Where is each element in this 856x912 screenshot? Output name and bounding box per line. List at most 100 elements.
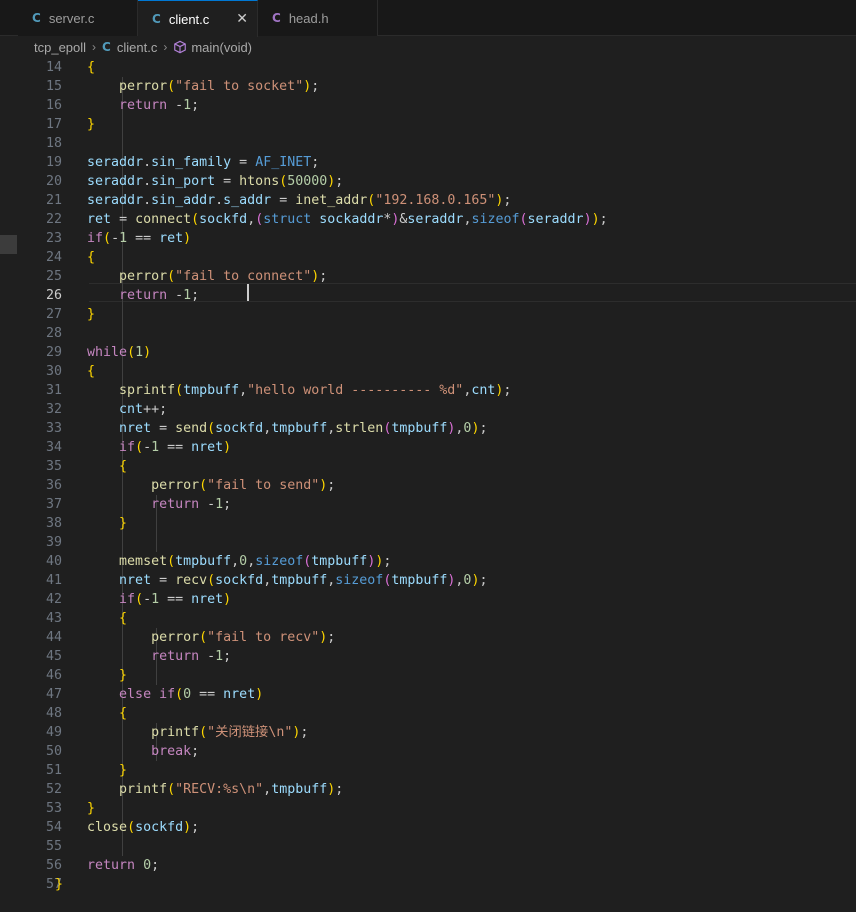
code-line[interactable]: 41 nret = recv(sockfd,tmpbuff,sizeof(tmp… xyxy=(0,571,856,590)
code-text[interactable]: } xyxy=(55,305,95,324)
code-text[interactable]: if(-1 == nret) xyxy=(55,438,231,457)
code-line[interactable]: 27 } xyxy=(0,305,856,324)
code-line[interactable]: 51 } xyxy=(0,761,856,780)
code-text[interactable]: { xyxy=(55,457,127,476)
tab-server-c[interactable]: C server.c xyxy=(18,0,138,36)
code-line[interactable]: 28 xyxy=(0,324,856,343)
code-line[interactable]: 14 { xyxy=(0,58,856,77)
code-line[interactable]: 49 printf("关闭链接\n"); xyxy=(0,723,856,742)
line-number: 46 xyxy=(45,668,62,683)
code-line[interactable]: 57} xyxy=(0,875,856,894)
code-text[interactable]: if(-1 == nret) xyxy=(55,590,231,609)
c-file-icon: C xyxy=(32,11,41,25)
code-line[interactable]: 26 return -1; xyxy=(0,286,856,305)
code-text[interactable]: seraddr.sin_port = htons(50000); xyxy=(55,172,343,191)
code-line[interactable]: 52 printf("RECV:%s\n",tmpbuff); xyxy=(0,780,856,799)
code-line[interactable]: 21 seraddr.sin_addr.s_addr = inet_addr("… xyxy=(0,191,856,210)
code-text[interactable]: { xyxy=(55,58,95,77)
code-line[interactable]: 53 } xyxy=(0,799,856,818)
code-text[interactable]: } xyxy=(55,514,127,533)
code-text[interactable]: perror("fail to send"); xyxy=(55,476,335,495)
code-text[interactable]: } xyxy=(55,115,95,134)
code-line[interactable]: 35 { xyxy=(0,457,856,476)
line-number: 23 xyxy=(45,231,62,246)
code-text[interactable]: { xyxy=(55,362,95,381)
code-text[interactable]: return -1; xyxy=(55,286,207,305)
close-icon[interactable]: ✕ xyxy=(236,11,248,27)
code-line[interactable]: 15 perror("fail to socket"); xyxy=(0,77,856,96)
code-line[interactable]: 31 sprintf(tmpbuff,"hello world --------… xyxy=(0,381,856,400)
code-line[interactable]: 17 } xyxy=(0,115,856,134)
code-line[interactable]: 39 xyxy=(0,533,856,552)
code-text[interactable]: perror("fail to socket"); xyxy=(55,77,319,96)
code-line[interactable]: 38 } xyxy=(0,514,856,533)
code-text[interactable]: return -1; xyxy=(55,495,231,514)
code-text[interactable]: if(-1 == ret) xyxy=(55,229,191,248)
code-line[interactable]: 44 perror("fail to recv"); xyxy=(0,628,856,647)
code-text[interactable]: else if(0 == nret) xyxy=(55,685,263,704)
code-text[interactable]: { xyxy=(55,609,127,628)
code-line[interactable]: 50 break; xyxy=(0,742,856,761)
code-text[interactable]: printf("关闭链接\n"); xyxy=(55,723,308,742)
code-text[interactable]: { xyxy=(55,248,95,267)
code-text[interactable]: } xyxy=(55,799,95,818)
tab-head-h[interactable]: C head.h xyxy=(258,0,378,36)
code-text[interactable]: sprintf(tmpbuff,"hello world ---------- … xyxy=(55,381,511,400)
code-text[interactable]: return -1; xyxy=(55,647,231,666)
code-line[interactable]: 23 if(-1 == ret) xyxy=(0,229,856,248)
code-line[interactable]: 20 seraddr.sin_port = htons(50000); xyxy=(0,172,856,191)
tab-client-c[interactable]: C client.c ✕ xyxy=(138,0,258,37)
code-text[interactable]: return -1; xyxy=(55,96,199,115)
code-text[interactable]: { xyxy=(55,704,127,723)
code-text[interactable]: seraddr.sin_family = AF_INET; xyxy=(55,153,319,172)
code-text[interactable]: } xyxy=(55,875,63,894)
code-line[interactable]: 25 perror("fail to connect"); xyxy=(0,267,856,286)
code-text[interactable]: } xyxy=(55,666,127,685)
code-text[interactable]: memset(tmpbuff,0,sizeof(tmpbuff)); xyxy=(55,552,391,571)
code-line[interactable]: 32 cnt++; xyxy=(0,400,856,419)
code-text[interactable]: } xyxy=(55,761,127,780)
code-line[interactable]: 16 return -1; xyxy=(0,96,856,115)
code-line[interactable]: 45 return -1; xyxy=(0,647,856,666)
code-text[interactable]: perror("fail to connect"); xyxy=(55,267,327,286)
code-line[interactable]: 48 { xyxy=(0,704,856,723)
code-text[interactable]: nret = recv(sockfd,tmpbuff,sizeof(tmpbuf… xyxy=(55,571,487,590)
code-text[interactable]: seraddr.sin_addr.s_addr = inet_addr("192… xyxy=(55,191,511,210)
code-line[interactable]: 29 while(1) xyxy=(0,343,856,362)
breadcrumb-file[interactable]: client.c xyxy=(117,40,157,55)
code-text[interactable]: return 0; xyxy=(55,856,159,875)
code-text[interactable]: close(sockfd); xyxy=(55,818,199,837)
code-text[interactable]: while(1) xyxy=(55,343,151,362)
code-line[interactable]: 56 return 0; xyxy=(0,856,856,875)
code-text[interactable]: nret = send(sockfd,tmpbuff,strlen(tmpbuf… xyxy=(55,419,487,438)
code-line[interactable]: 22 ret = connect(sockfd,(struct sockaddr… xyxy=(0,210,856,229)
line-number: 53 xyxy=(45,801,62,816)
code-line[interactable]: 37 return -1; xyxy=(0,495,856,514)
code-text[interactable]: break; xyxy=(55,742,199,761)
code-line[interactable]: 19 seraddr.sin_family = AF_INET; xyxy=(0,153,856,172)
code-line[interactable]: 42 if(-1 == nret) xyxy=(0,590,856,609)
code-line[interactable]: 43 { xyxy=(0,609,856,628)
code-line[interactable]: 34 if(-1 == nret) xyxy=(0,438,856,457)
code-line[interactable]: 55 xyxy=(0,837,856,856)
line-number: 27 xyxy=(45,307,62,322)
code-line[interactable]: 33 nret = send(sockfd,tmpbuff,strlen(tmp… xyxy=(0,419,856,438)
breadcrumb-symbol[interactable]: main(void) xyxy=(191,40,252,55)
line-number: 49 xyxy=(45,725,62,740)
code-line[interactable]: 46 } xyxy=(0,666,856,685)
code-line[interactable]: 18 xyxy=(0,134,856,153)
code-text[interactable]: printf("RECV:%s\n",tmpbuff); xyxy=(55,780,343,799)
code-editor[interactable]: 14 {15 perror("fail to socket"); 16 retur… xyxy=(0,58,856,912)
code-line[interactable]: 36 perror("fail to send"); xyxy=(0,476,856,495)
code-line[interactable]: 40 memset(tmpbuff,0,sizeof(tmpbuff)); xyxy=(0,552,856,571)
line-number: 55 xyxy=(45,839,62,854)
breadcrumb-folder[interactable]: tcp_epoll xyxy=(34,40,86,55)
code-line[interactable]: 47 else if(0 == nret) xyxy=(0,685,856,704)
code-line[interactable]: 30 { xyxy=(0,362,856,381)
code-text[interactable]: ret = connect(sockfd,(struct sockaddr*)&… xyxy=(55,210,608,229)
code-line[interactable]: 54 close(sockfd); xyxy=(0,818,856,837)
code-line[interactable]: 24 { xyxy=(0,248,856,267)
code-text[interactable]: cnt++; xyxy=(55,400,167,419)
line-number: 48 xyxy=(45,706,62,721)
code-text[interactable]: perror("fail to recv"); xyxy=(55,628,335,647)
